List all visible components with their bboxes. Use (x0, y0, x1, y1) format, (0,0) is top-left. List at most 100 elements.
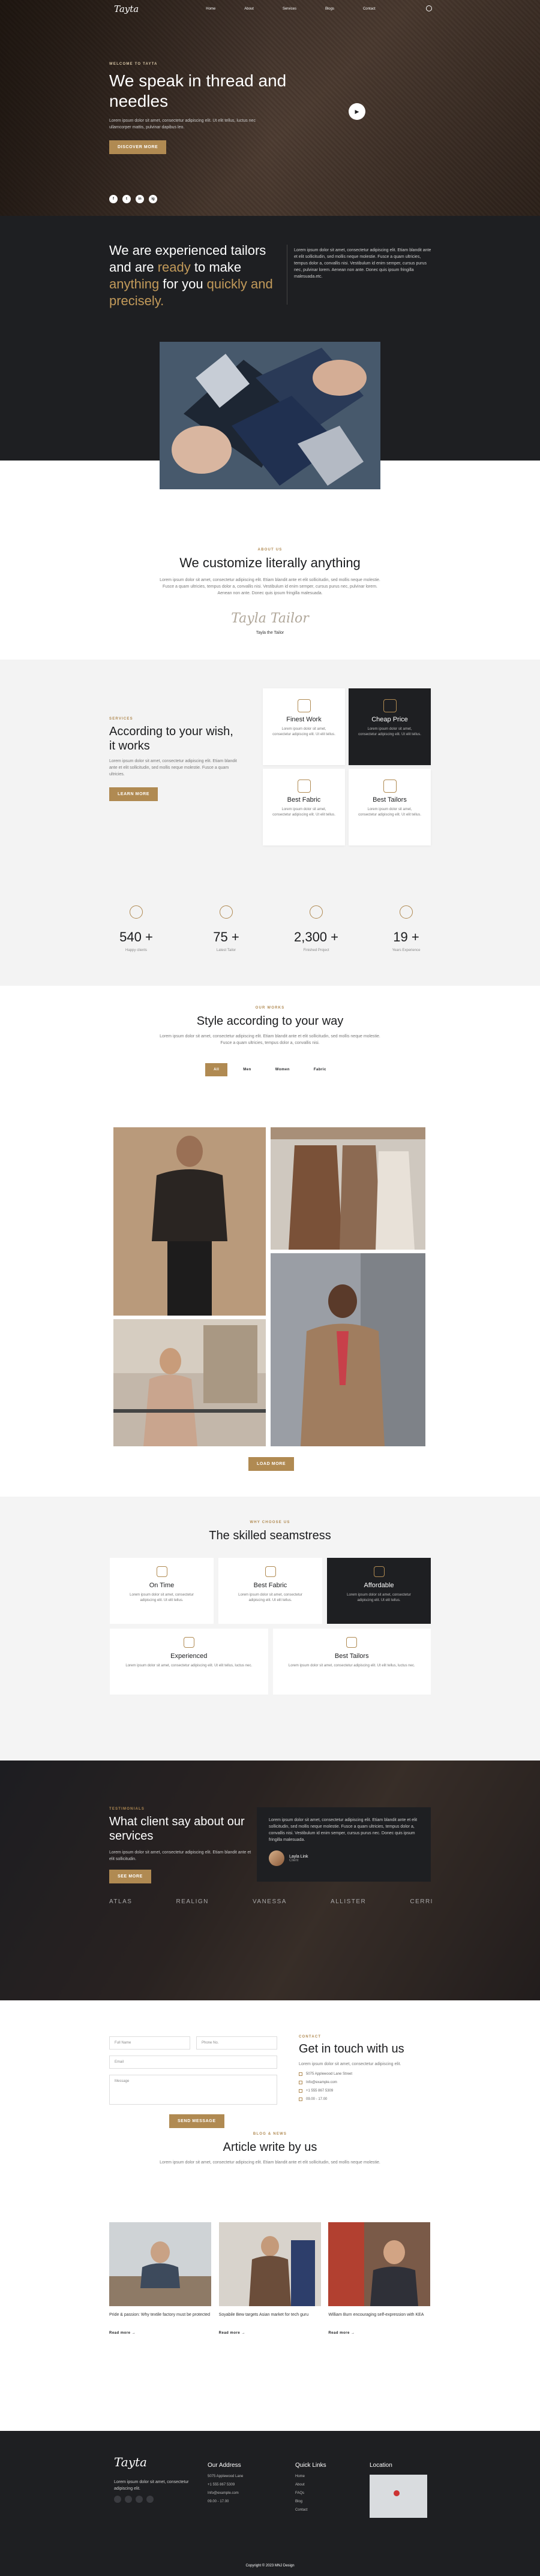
nav-link-home[interactable]: Home (206, 7, 215, 11)
message-field[interactable]: Message (109, 2075, 277, 2105)
services-title: According to your wish, it works (109, 725, 233, 753)
blog-card[interactable]: Pride & passion: Why textile factory mus… (109, 2222, 212, 2335)
twitter-icon[interactable] (125, 2496, 132, 2503)
name-field[interactable]: Full Name (109, 2036, 190, 2050)
nav-link-contact[interactable]: Contact (363, 7, 376, 11)
site-logo[interactable]: Tayta (114, 4, 139, 14)
service-card[interactable]: Best Tailors Lorem ipsum dolor sit amet, … (349, 769, 431, 845)
works-section: Our works Style according to your way Lo… (0, 986, 540, 1497)
blog-image[interactable] (218, 2222, 322, 2306)
footer-heading: Location (370, 2462, 392, 2469)
play-icon[interactable]: ▶ (349, 103, 365, 120)
filter-men[interactable]: Men (235, 1063, 260, 1076)
service-card[interactable]: Finest Work Lorem ipsum dolor sit amet, c… (263, 688, 345, 765)
why-card[interactable]: Best Fabric Lorem ipsum dolor sit amet, c… (218, 1558, 322, 1624)
gallery-image[interactable] (271, 1253, 425, 1446)
services-cards: Finest Work Lorem ipsum dolor sit amet, c… (263, 688, 431, 845)
intro-heading-part: and are (109, 260, 158, 275)
footer-quick-links: Quick Links Home About FAQs Blog Contact (295, 2462, 326, 2517)
read-more-link[interactable]: Read more → (219, 2331, 322, 2335)
load-more-button[interactable]: Load more (248, 1457, 295, 1471)
nav-link-services[interactable]: Services (283, 7, 296, 11)
phone-icon (299, 2089, 302, 2093)
service-card-text: Lorem ipsum dolor sit amet, consectetur … (272, 727, 335, 736)
location-map[interactable] (370, 2475, 427, 2518)
twitter-icon[interactable]: t (122, 195, 131, 203)
contact-email[interactable]: Info@example.com (306, 2081, 337, 2084)
testi-eyebrow: Testimonials (109, 1807, 145, 1811)
footer-link-home[interactable]: Home (295, 2475, 326, 2478)
blog-image[interactable] (328, 2222, 431, 2306)
nav-link-about[interactable]: About (244, 7, 254, 11)
learn-more-button[interactable]: Learn more (109, 787, 158, 801)
gallery-image[interactable] (113, 1319, 266, 1446)
stat-value: 540 + (119, 929, 153, 944)
instagram-icon[interactable] (146, 2496, 154, 2503)
footer-hours: 09.00 - 17.00 (208, 2500, 229, 2503)
service-card-title: Finest Work (286, 716, 322, 723)
instagram-icon[interactable]: ig (149, 195, 157, 203)
footer-email[interactable]: Info@example.com (208, 2491, 243, 2495)
why-card[interactable]: Affordable Lorem ipsum dolor sit amet, co… (327, 1558, 431, 1624)
intro-heading: We are experienced tailors and are ready… (109, 242, 301, 309)
blog-image[interactable] (109, 2222, 212, 2306)
why-card-text: Lorem ipsum dolor sit amet, consectetur … (130, 1593, 194, 1602)
signature-name: Tayla the Tailor (256, 631, 284, 635)
service-card[interactable]: Cheap Price Lorem ipsum dolor sit amet, c… (349, 688, 431, 765)
contact-hours: 09.00 - 17.00 (306, 2097, 328, 2101)
contact-phone[interactable]: +1 555 867 5309 (306, 2089, 333, 2093)
read-more-link[interactable]: Read more → (328, 2331, 431, 2335)
nav-link-blogs[interactable]: Blogs (325, 7, 334, 11)
location-icon (299, 2072, 302, 2076)
blog-card-title[interactable]: William Burn encouraging self-expression… (328, 2312, 431, 2327)
blog-card-title[interactable]: Soyabile Bew targets Asian market for te… (219, 2312, 322, 2327)
why-card[interactable]: On Time Lorem ipsum dolor sit amet, conse… (110, 1558, 214, 1624)
footer-logo[interactable]: Tayta (114, 2455, 147, 2469)
footer-phone[interactable]: +1 555 867 5309 (208, 2483, 243, 2487)
why-card[interactable]: Best Tailors Lorem ipsum dolor sit amet, … (272, 1629, 431, 1695)
search-icon[interactable] (426, 5, 432, 11)
filter-women[interactable]: Women (267, 1063, 298, 1076)
alarm-icon (156, 1566, 167, 1577)
stat-label: Latest Tailor (216, 949, 236, 952)
hero-title: We speak in thread and needles (109, 71, 287, 110)
contact-section: Full Name Phone No. Email Message Send M… (0, 2000, 540, 2132)
why-card-text: Lorem ipsum dolor sit amet, consectetur … (238, 1593, 302, 1602)
footer-link-blog[interactable]: Blog (295, 2500, 326, 2503)
filter-fabric[interactable]: Fabric (305, 1063, 335, 1076)
footer-link-about[interactable]: About (295, 2483, 326, 2487)
about-eyebrow: About us (257, 548, 283, 552)
why-card-title: Best Tailors (334, 1653, 369, 1660)
blog-card[interactable]: Soyabile Bew targets Asian market for te… (218, 2222, 322, 2335)
why-card-title: Experienced (170, 1653, 208, 1660)
why-card[interactable]: Experienced Lorem ipsum dolor sit amet, c… (110, 1629, 268, 1695)
discover-more-button[interactable]: Discover more (109, 140, 167, 154)
blog-card-title[interactable]: Pride & passion: Why textile factory mus… (109, 2312, 212, 2327)
filter-all[interactable]: All (205, 1063, 228, 1076)
linkedin-icon[interactable] (136, 2496, 143, 2503)
briefcase-icon (183, 1637, 194, 1648)
services-text: Lorem ipsum dolor sit amet, consectetur … (109, 759, 237, 777)
gallery-image[interactable] (113, 1127, 266, 1316)
fabric-swatches-image (160, 342, 380, 489)
blog-section: Blog & News Article write by us Lorem ip… (0, 2132, 540, 2431)
about-text: Lorem ipsum dolor sit amet, consectetur … (160, 578, 380, 595)
stat-label: Finished Project (303, 949, 329, 952)
read-more-link[interactable]: Read more → (109, 2331, 212, 2335)
phone-field[interactable]: Phone No. (196, 2036, 277, 2050)
linkedin-icon[interactable]: in (136, 195, 144, 203)
service-card[interactable]: Best Fabric Lorem ipsum dolor sit amet, c… (263, 769, 345, 845)
brand-logo: ALLISTER (331, 1898, 367, 1905)
footer-socials (114, 2496, 154, 2503)
footer-link-contact[interactable]: Contact (295, 2508, 326, 2512)
clock-icon (299, 2097, 302, 2101)
email-field[interactable]: Email (109, 2056, 277, 2069)
send-message-button[interactable]: Send Message (169, 2114, 224, 2128)
gallery-image[interactable] (271, 1127, 425, 1250)
see-more-button[interactable]: See more (109, 1870, 151, 1883)
footer-link-faqs[interactable]: FAQs (295, 2491, 326, 2495)
blog-card[interactable]: William Burn encouraging self-expression… (328, 2222, 431, 2335)
facebook-icon[interactable] (114, 2496, 121, 2503)
intro-heading-accent: anything (109, 276, 160, 291)
facebook-icon[interactable]: f (109, 195, 118, 203)
